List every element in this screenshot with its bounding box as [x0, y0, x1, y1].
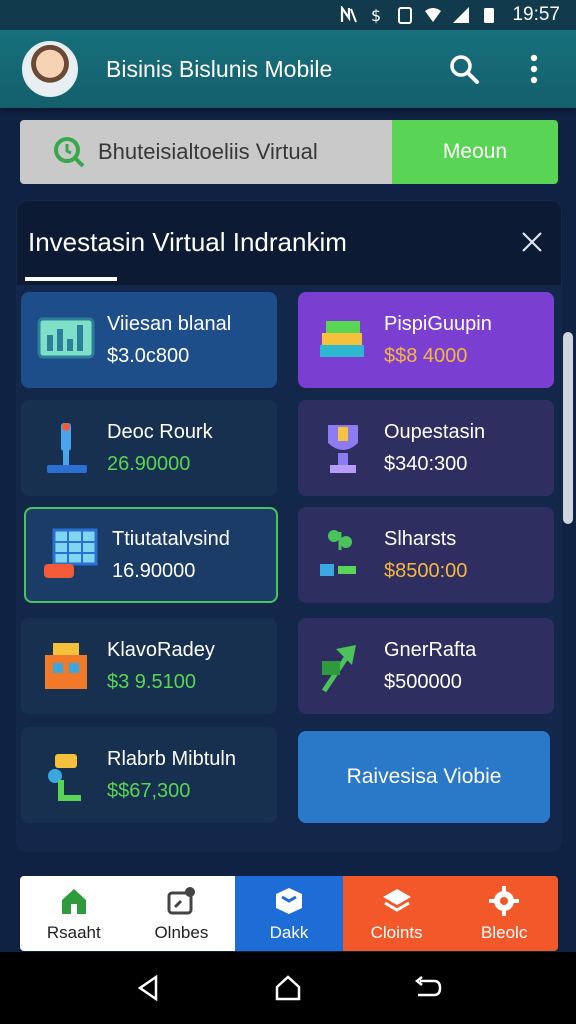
- search-bar: Bhuteisialtoeliis Virtual Meoun: [20, 120, 558, 184]
- tile-price: $340:300: [384, 453, 468, 475]
- layers-icon: [382, 888, 411, 912]
- wifi-icon: [425, 8, 442, 22]
- tile-name: Ttiutatalvsind: [112, 528, 230, 550]
- clock-time: 19:57: [512, 4, 560, 25]
- nav-item-home[interactable]: Rsaaht: [20, 876, 128, 951]
- nav-item-label: Rsaaht: [46, 922, 101, 942]
- edit-chart-icon: [167, 886, 196, 914]
- tile-price: $8500:00: [384, 560, 468, 582]
- tile-name: Viiesan blanal: [107, 313, 232, 335]
- search-field[interactable]: Bhuteisialtoeliis Virtual: [20, 120, 392, 184]
- modal-header: Investasin Virtual Indrankim: [17, 201, 561, 285]
- nav-item-clients[interactable]: Cloints: [342, 876, 451, 951]
- search-field-text: Bhuteisialtoeliis Virtual: [98, 139, 318, 164]
- nav-item-settings[interactable]: Bleolc: [450, 876, 558, 951]
- nav-item-orders[interactable]: Olnbes: [127, 876, 236, 951]
- status-bar: $ 19:57: [0, 0, 576, 30]
- tile-price: 26.90000: [107, 453, 191, 475]
- tab-indicator: [25, 277, 117, 281]
- bottom-nav: Rsaaht Olnbes Dakk Cloints Bleolc: [20, 876, 558, 951]
- scrollbar[interactable]: [563, 332, 573, 524]
- nav-item-dashboard[interactable]: Dakk: [235, 876, 343, 951]
- battery-icon: [484, 8, 495, 23]
- tile-price: 16.90000: [112, 560, 196, 582]
- overflow-menu-button[interactable]: [514, 49, 554, 89]
- microscope-icon: [47, 423, 87, 473]
- search-submit-button[interactable]: Meoun: [392, 120, 558, 184]
- avatar[interactable]: [22, 41, 78, 97]
- home-icon: [61, 888, 86, 914]
- signal-icon: [453, 7, 470, 23]
- system-nav-bar: [0, 952, 576, 1024]
- solar-panel-icon: [44, 528, 98, 578]
- modal-title: Investasin Virtual Indrankim: [28, 227, 347, 257]
- nav-item-label: Bleolc: [481, 922, 528, 942]
- green-arrow-icon: [321, 645, 356, 693]
- monitor-chart-icon: [37, 317, 95, 359]
- invest-now-button[interactable]: Raivesisa Viobie: [298, 731, 550, 823]
- investment-tile[interactable]: Rlabrb Mibtuln $$67,300: [21, 727, 277, 823]
- close-icon: [522, 232, 542, 252]
- plant-coins-icon: [320, 530, 356, 576]
- shop-building-icon: [45, 643, 87, 689]
- investment-tile[interactable]: Oupestasin $340:300: [298, 400, 554, 496]
- app-title: Bisinis Bislunis Mobile: [106, 55, 333, 82]
- investment-tile[interactable]: Deoc Rourk 26.90000: [21, 400, 277, 496]
- app-bar: Bisinis Bislunis Mobile: [0, 30, 576, 108]
- home-circle-icon[interactable]: [273, 973, 303, 1003]
- nav-item-label: Olnbes: [154, 922, 209, 942]
- robot-arm-icon: [48, 754, 81, 801]
- cash-stack-icon: [320, 321, 364, 357]
- more-vertical-icon: [530, 54, 538, 84]
- tile-name: KlavoRadey: [107, 639, 215, 661]
- nav-item-label: Cloints: [370, 922, 423, 942]
- investment-tile[interactable]: Slharsts $8500:00: [298, 507, 554, 603]
- tile-name: GnerRafta: [384, 639, 477, 661]
- search-button[interactable]: [444, 49, 484, 89]
- tile-name: Slharsts: [384, 528, 457, 550]
- close-button[interactable]: [515, 225, 549, 259]
- magnifier-icon: [54, 137, 85, 168]
- money-icon: $: [371, 6, 381, 24]
- tile-name: PispiGuupin: [384, 313, 492, 335]
- gear-icon: [489, 885, 520, 916]
- nav-item-label: Dakk: [269, 922, 309, 942]
- svg-text:$: $: [371, 6, 381, 24]
- search-icon: [450, 55, 479, 84]
- box-icon: [275, 887, 302, 914]
- tile-name: Oupestasin: [384, 421, 486, 443]
- investment-tile[interactable]: KlavoRadey $3 9.5100: [21, 618, 277, 714]
- back-triangle-icon[interactable]: [134, 973, 164, 1003]
- tile-price: $3.0c800: [107, 345, 190, 367]
- tile-name: Rlabrb Mibtuln: [107, 748, 236, 770]
- return-arrow-icon[interactable]: [412, 973, 442, 1003]
- tile-name: Deoc Rourk: [107, 421, 213, 443]
- tile-price: $$8 4000: [384, 345, 468, 367]
- nfc-icon: [341, 6, 358, 23]
- tile-price: $3 9.5100: [107, 671, 196, 693]
- clipboard-icon: [398, 7, 413, 24]
- investment-tile[interactable]: Ttiutatalvsind 16.90000: [24, 507, 278, 603]
- trophy-icon: [328, 425, 358, 473]
- investment-tile[interactable]: GnerRafta $500000: [298, 618, 554, 714]
- tile-price: $$67,300: [107, 780, 191, 802]
- investment-tile[interactable]: Viiesan blanal $3.0c800: [21, 292, 277, 388]
- tile-price: $500000: [384, 671, 462, 693]
- investment-tile[interactable]: PispiGuupin $$8 4000: [298, 292, 554, 388]
